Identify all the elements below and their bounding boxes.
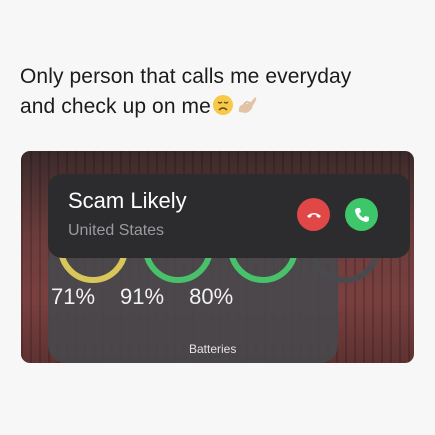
incoming-call-banner[interactable]: Scam Likely United States: [48, 174, 410, 258]
caller-name: Scam Likely: [68, 188, 187, 213]
decline-call-button[interactable]: [297, 198, 330, 231]
battery-level-1: 71%: [51, 284, 96, 309]
battery-level-3: 80%: [189, 284, 234, 309]
phone-decline-icon: [306, 212, 321, 218]
batteries-widget-title: Batteries: [189, 342, 237, 356]
caller-location: United States: [68, 222, 165, 239]
phone-accept-icon: [354, 207, 369, 222]
caption-line-1: Only person that calls me everyday: [20, 65, 352, 88]
screenshot-panel: 71% 91% 80% Batteries Scam Likely United…: [21, 151, 414, 363]
caption-line-2: and check up on me: [20, 95, 211, 118]
meme-caption: Only person that calls me everyday and c…: [20, 62, 420, 125]
disappointed-face-emoji-icon: [212, 94, 234, 125]
accept-call-button[interactable]: [345, 198, 378, 231]
battery-levels: 71% 91% 80%: [51, 284, 233, 310]
pinching-hand-emoji-icon: [235, 94, 259, 125]
battery-level-2: 91%: [120, 284, 165, 309]
